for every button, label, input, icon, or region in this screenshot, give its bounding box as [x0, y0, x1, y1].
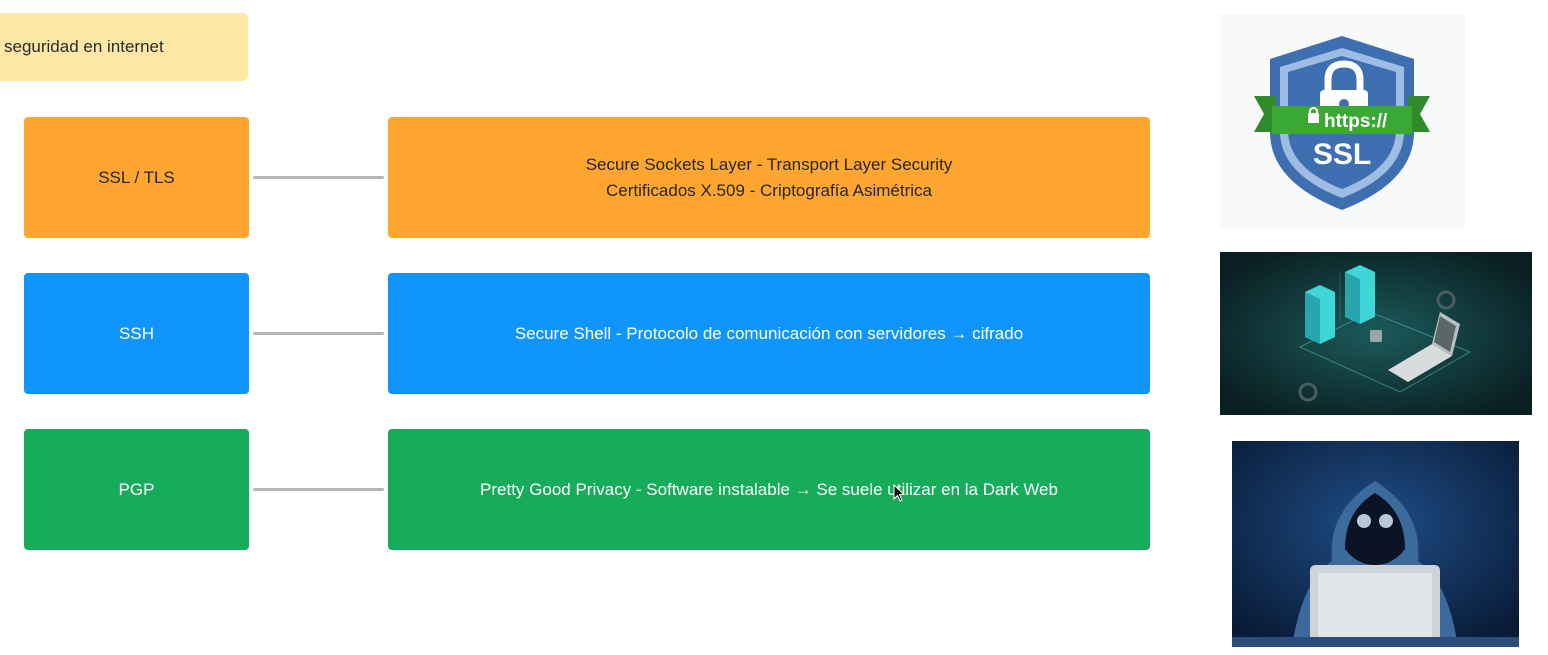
ssl-badge-image[interactable]: https:// SSL	[1220, 14, 1465, 229]
description-pgp[interactable]: Pretty Good Privacy - Software instalabl…	[388, 429, 1150, 550]
topic-note[interactable]: seguridad en internet	[0, 13, 248, 81]
connector-pgp	[253, 488, 384, 491]
description-ssl-tls-line2: Certificados X.509 - Criptografía Asimét…	[606, 180, 932, 200]
mouse-cursor-icon	[893, 484, 905, 502]
connector-ssh	[253, 332, 384, 335]
description-pgp-line1: Pretty Good Privacy - Software instalabl…	[480, 479, 1058, 499]
small-lock-icon	[1370, 330, 1382, 342]
node-ssl-tls[interactable]: SSL / TLS	[24, 117, 249, 238]
node-pgp-label: PGP	[118, 479, 155, 499]
hacker-image[interactable]	[1232, 441, 1519, 647]
node-ssl-tls-label: SSL / TLS	[98, 167, 175, 187]
shield-text: SSL	[1313, 138, 1371, 171]
description-ssl-tls[interactable]: Secure Sockets Layer - Transport Layer S…	[388, 117, 1150, 238]
node-pgp[interactable]: PGP	[24, 429, 249, 550]
description-ssh[interactable]: Secure Shell - Protocolo de comunicación…	[388, 273, 1150, 394]
topic-note-text: seguridad en internet	[4, 37, 164, 56]
description-ssh-line1: Secure Shell - Protocolo de comunicación…	[514, 323, 1024, 343]
node-ssh-label: SSH	[119, 323, 154, 343]
laptop-icon-hacker	[1310, 565, 1440, 647]
connector-ssl-tls	[253, 176, 384, 179]
server-image[interactable]	[1220, 252, 1532, 415]
node-ssh[interactable]: SSH	[24, 273, 249, 394]
ribbon-text: https://	[1324, 111, 1388, 132]
description-ssl-tls-line1: Secure Sockets Layer - Transport Layer S…	[585, 154, 953, 174]
